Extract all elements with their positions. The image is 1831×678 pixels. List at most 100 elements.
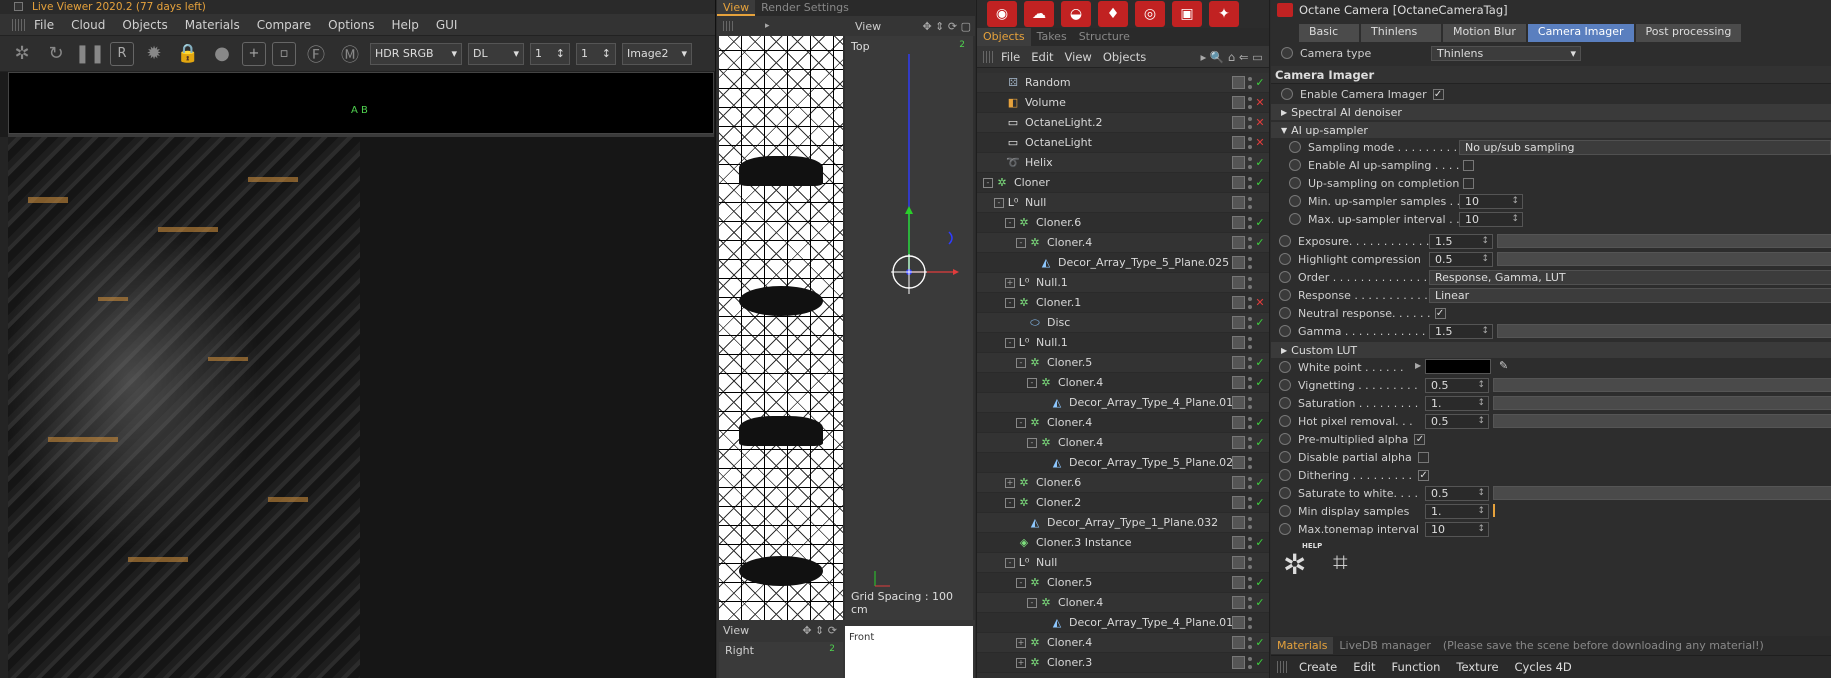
object-row[interactable]: - ✲ Cloner.4 ✓ xyxy=(977,373,1269,393)
animate-radio[interactable] xyxy=(1279,397,1291,409)
enabled-check-icon[interactable]: ✓ xyxy=(1255,176,1265,189)
visibility-dots-icon[interactable] xyxy=(1248,396,1252,409)
visibility-dots-icon[interactable] xyxy=(1248,176,1252,189)
enabled-check-icon[interactable]: ✓ xyxy=(1255,636,1265,649)
tab-materials[interactable]: Materials xyxy=(1271,637,1334,654)
menu-cycles-4d[interactable]: Cycles 4D xyxy=(1515,660,1572,674)
layer-tag-icon[interactable] xyxy=(1232,476,1245,489)
menu-file[interactable]: File xyxy=(1001,50,1020,64)
animate-radio[interactable] xyxy=(1279,505,1291,517)
exposure-slider[interactable] xyxy=(1497,234,1831,248)
object-row[interactable]: - L⁰ Null xyxy=(977,553,1269,573)
object-row[interactable]: ◭ Decor_Array_Type_5_Plane.025 xyxy=(977,453,1269,473)
animate-radio[interactable] xyxy=(1279,451,1291,463)
animate-radio[interactable] xyxy=(1279,289,1291,301)
enabled-check-icon[interactable]: ✓ xyxy=(1255,216,1265,229)
menu-texture[interactable]: Texture xyxy=(1456,660,1498,674)
view-menu-bottom[interactable]: View xyxy=(723,624,749,637)
disable-partial-alpha-checkbox[interactable] xyxy=(1417,451,1429,463)
visibility-dots-icon[interactable] xyxy=(1248,296,1252,309)
material-ball-icon[interactable]: ● xyxy=(208,40,236,68)
menu-objects[interactable]: Objects xyxy=(122,18,167,32)
expand-arrow-icon[interactable]: ▶ xyxy=(1415,361,1421,370)
menu-compare[interactable]: Compare xyxy=(257,18,311,32)
dithering-checkbox[interactable]: ✓ xyxy=(1418,469,1430,481)
image-select[interactable]: Image2 ▾ xyxy=(622,42,692,65)
layer-tag-icon[interactable] xyxy=(1232,76,1245,89)
visibility-dots-icon[interactable] xyxy=(1248,76,1252,89)
value-spinner-1[interactable]: 1 ↕ xyxy=(530,42,570,65)
object-row[interactable]: ▭ OctaneLight.2 ✕ xyxy=(977,113,1269,133)
animate-radio[interactable] xyxy=(1289,195,1301,207)
layer-tag-icon[interactable] xyxy=(1232,176,1245,189)
enabled-check-icon[interactable]: ✓ xyxy=(1255,436,1265,449)
visibility-dots-icon[interactable] xyxy=(1248,416,1252,429)
visibility-dots-icon[interactable] xyxy=(1248,576,1252,589)
min-upsampler-input[interactable]: 10 xyxy=(1459,193,1523,209)
object-row[interactable]: - ✲ Cloner.5 ✓ xyxy=(977,573,1269,593)
collapse-toggle-icon[interactable]: - xyxy=(1005,217,1015,228)
restart-render-icon[interactable]: ↻ xyxy=(42,40,70,68)
object-row[interactable]: ◈ Cloner.3 Instance ✓ xyxy=(977,533,1269,553)
animate-radio[interactable] xyxy=(1289,213,1301,225)
disabled-cross-icon[interactable]: ✕ xyxy=(1255,296,1265,309)
visibility-dots-icon[interactable] xyxy=(1248,496,1252,509)
layer-tag-icon[interactable] xyxy=(1232,216,1245,229)
expand-toggle-icon[interactable]: + xyxy=(1016,657,1026,668)
layer-tag-icon[interactable] xyxy=(1232,456,1245,469)
object-row[interactable]: ◭ Decor_Array_Type_1_Plane.032 xyxy=(977,513,1269,533)
collapse-toggle-icon[interactable]: - xyxy=(983,177,993,188)
collapse-toggle-icon[interactable]: - xyxy=(994,197,1004,208)
octane-light-icon[interactable]: ♦ xyxy=(1098,1,1128,27)
front-viewport[interactable]: Front xyxy=(845,626,973,678)
layer-tag-icon[interactable] xyxy=(1232,636,1245,649)
lock-icon[interactable]: 🔒 xyxy=(174,40,202,68)
visibility-dots-icon[interactable] xyxy=(1248,516,1252,529)
object-row[interactable]: ➰ Helix ✓ xyxy=(977,153,1269,173)
collapse-toggle-icon[interactable]: - xyxy=(1005,497,1015,508)
premultiplied-alpha-checkbox[interactable]: ✓ xyxy=(1414,433,1426,445)
object-row[interactable]: ◭ Decor_Array_Type_5_Plane.025 xyxy=(977,253,1269,273)
octane-scatter-icon[interactable]: ✦ xyxy=(1209,1,1239,27)
view-menu-right[interactable]: View xyxy=(855,20,881,33)
white-point-color-swatch[interactable] xyxy=(1425,359,1491,374)
layer-tag-icon[interactable] xyxy=(1232,196,1245,209)
collapse-toggle-icon[interactable]: - xyxy=(1016,357,1026,368)
object-row[interactable]: - ✲ Cloner.4 ✓ xyxy=(977,433,1269,453)
expand-toggle-icon[interactable]: + xyxy=(1005,277,1015,288)
disabled-cross-icon[interactable]: ✕ xyxy=(1255,96,1265,109)
animate-radio[interactable] xyxy=(1279,235,1291,247)
object-row[interactable]: ▭ OctaneLight ✕ xyxy=(977,133,1269,153)
max-tonemap-input[interactable]: 10 xyxy=(1425,521,1489,537)
ai-upsampler-section[interactable]: ▼ AI up-sampler xyxy=(1271,122,1831,138)
value-spinner-2[interactable]: 1 ↕ xyxy=(576,42,616,65)
visibility-dots-icon[interactable] xyxy=(1248,216,1252,229)
collapse-toggle-icon[interactable]: - xyxy=(1027,597,1037,608)
animate-radio[interactable] xyxy=(1279,379,1291,391)
highlight-compression-slider[interactable] xyxy=(1497,252,1831,266)
menu-create[interactable]: Create xyxy=(1299,660,1337,674)
octane-camera-icon[interactable]: ◉ xyxy=(987,1,1017,27)
layer-tag-icon[interactable] xyxy=(1232,316,1245,329)
menu-file[interactable]: File xyxy=(34,18,54,32)
collapse-toggle-icon[interactable]: - xyxy=(1005,297,1015,308)
exposure-input[interactable]: 1.5 xyxy=(1429,233,1493,249)
hot-pixel-slider[interactable] xyxy=(1493,414,1831,428)
enabled-check-icon[interactable]: ✓ xyxy=(1255,416,1265,429)
object-row[interactable]: - ✲ Cloner.4 ✓ xyxy=(977,413,1269,433)
visibility-dots-icon[interactable] xyxy=(1248,596,1252,609)
tab-post-processing[interactable]: Post processing xyxy=(1635,24,1742,42)
collapse-toggle-icon[interactable]: - xyxy=(1016,577,1026,588)
tab-thinlens[interactable]: Thinlens xyxy=(1361,24,1441,42)
object-row[interactable]: ⚄ Random ✓ xyxy=(977,73,1269,93)
tab-render-settings[interactable]: Render Settings xyxy=(755,0,855,16)
tab-basic[interactable]: Basic xyxy=(1299,24,1359,42)
layer-tag-icon[interactable] xyxy=(1232,136,1245,149)
layer-tag-icon[interactable] xyxy=(1232,356,1245,369)
animate-radio[interactable] xyxy=(1289,141,1301,153)
visibility-dots-icon[interactable] xyxy=(1248,316,1252,329)
object-row[interactable]: - ✲ Cloner.4 ✓ xyxy=(977,233,1269,253)
layer-tag-icon[interactable] xyxy=(1232,616,1245,629)
enabled-check-icon[interactable]: ✓ xyxy=(1255,156,1265,169)
enabled-check-icon[interactable]: ✓ xyxy=(1255,596,1265,609)
